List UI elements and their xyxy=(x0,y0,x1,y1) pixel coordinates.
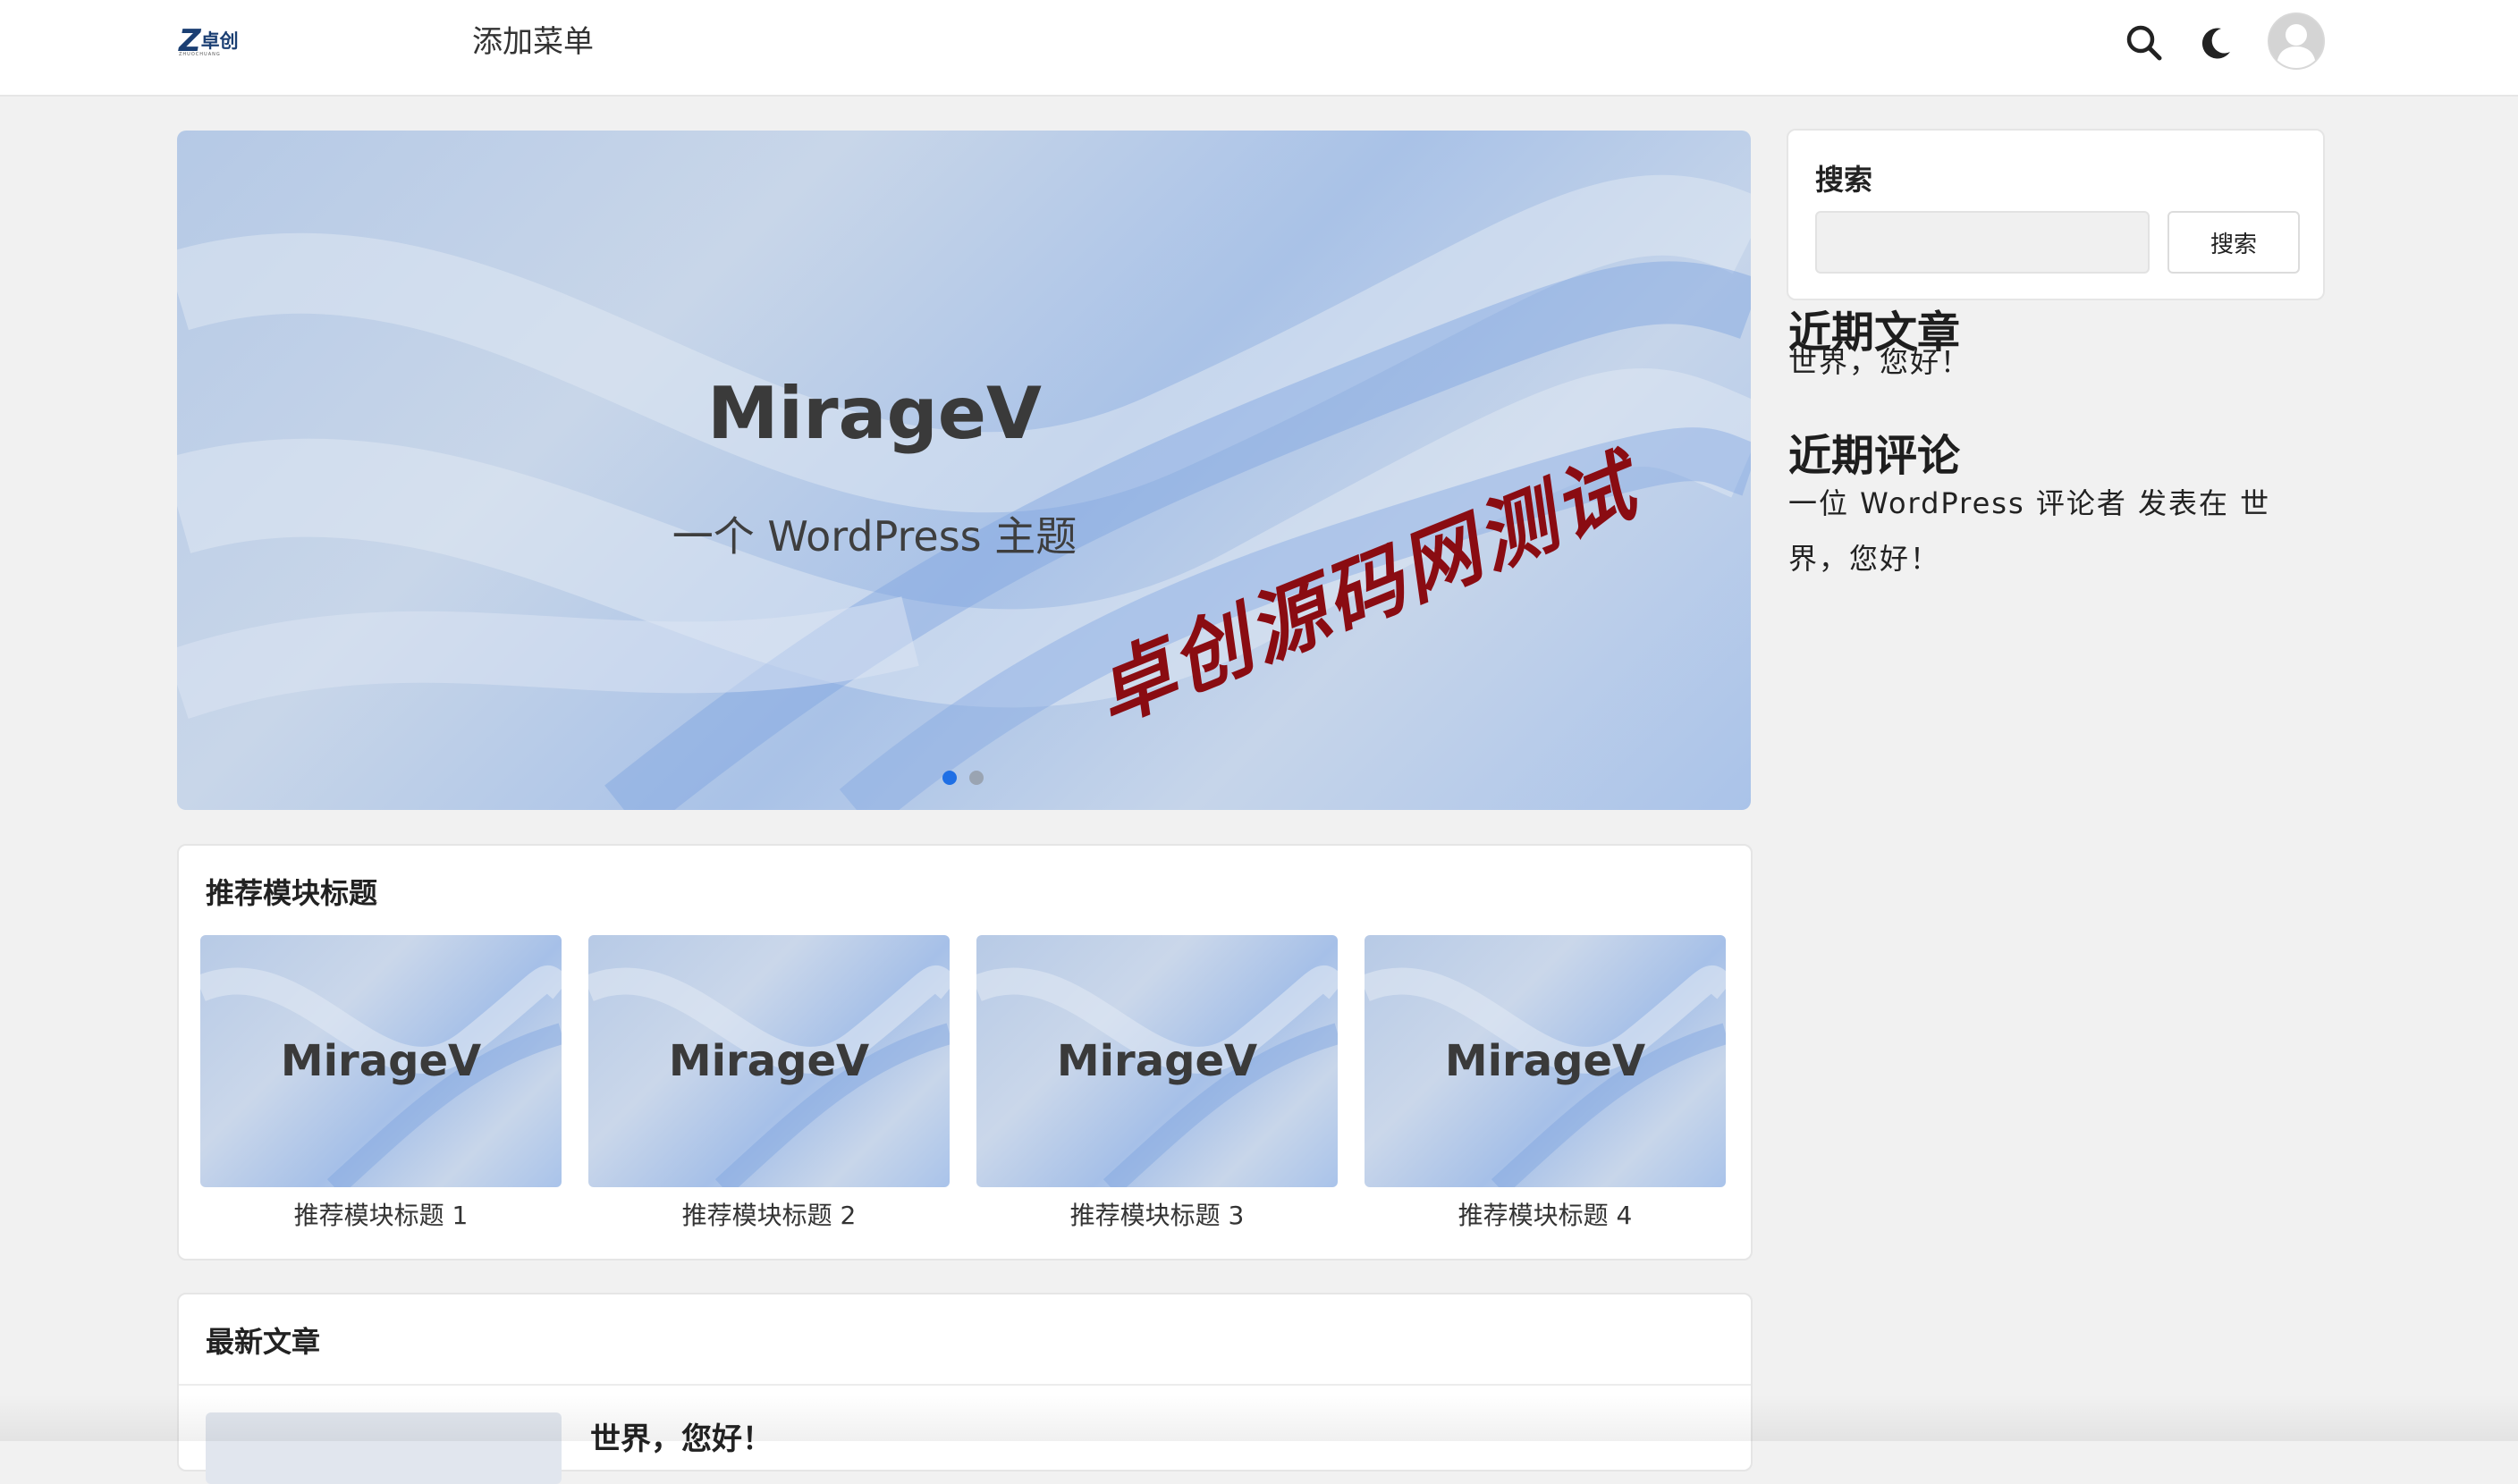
recent-comments-title: 近期评论 xyxy=(1788,431,1961,481)
search-icon[interactable] xyxy=(2119,18,2169,68)
logo-mark: Z xyxy=(179,23,201,59)
recommend-thumbnail: MirageV xyxy=(200,935,562,1187)
carousel-dot-2[interactable] xyxy=(969,771,984,785)
recommend-title: 推荐模块标题 xyxy=(206,876,378,910)
latest-posts-module: 最新文章 世界，您好！ xyxy=(177,1293,1753,1484)
latest-posts-title: 最新文章 xyxy=(206,1325,321,1359)
search-input[interactable] xyxy=(1815,211,2150,274)
site-logo[interactable]: Z 卓创 ZHUOCHUANG xyxy=(179,25,254,57)
recommend-thumbnail-text: MirageV xyxy=(1444,1036,1646,1086)
carousel-dot-1[interactable] xyxy=(942,771,957,785)
carousel-dots xyxy=(942,771,984,785)
search-widget: 搜索 搜索 xyxy=(1787,129,2325,300)
recommend-item[interactable]: MirageV 推荐模块标题 4 xyxy=(1365,935,1726,1232)
recommend-item[interactable]: MirageV 推荐模块标题 3 xyxy=(976,935,1338,1232)
recommend-thumbnail-text: MirageV xyxy=(668,1036,870,1086)
moon-icon[interactable] xyxy=(2191,18,2241,68)
divider xyxy=(179,1384,1751,1386)
logo-text: 卓创 xyxy=(200,30,239,52)
top-navbar: Z 卓创 ZHUOCHUANG 添加菜单 xyxy=(0,0,2518,97)
post-thumbnail[interactable] xyxy=(206,1412,562,1484)
recent-post-link[interactable]: 世界，您好！ xyxy=(1788,341,1971,383)
avatar-icon[interactable] xyxy=(2268,13,2325,70)
recommend-thumbnail: MirageV xyxy=(976,935,1338,1187)
post-title-link[interactable]: 世界，您好！ xyxy=(590,1414,773,1458)
recommend-item[interactable]: MirageV 推荐模块标题 2 xyxy=(588,935,950,1232)
search-widget-title: 搜索 xyxy=(1815,163,1873,197)
recommend-caption[interactable]: 推荐模块标题 1 xyxy=(200,1196,562,1232)
recommend-caption[interactable]: 推荐模块标题 2 xyxy=(588,1196,950,1232)
recommend-module: 推荐模块标题 MirageV 推荐模块标题 1 MirageV 推荐模块标题 2 xyxy=(177,844,1753,1261)
recommend-thumbnail-text: MirageV xyxy=(280,1036,482,1086)
recommend-caption[interactable]: 推荐模块标题 4 xyxy=(1365,1196,1726,1232)
hero-title: MirageV xyxy=(707,372,1042,455)
recommend-thumbnail: MirageV xyxy=(588,935,950,1187)
recommend-item[interactable]: MirageV 推荐模块标题 1 xyxy=(200,935,562,1232)
recommend-thumbnail-text: MirageV xyxy=(1056,1036,1258,1086)
recommend-caption[interactable]: 推荐模块标题 3 xyxy=(976,1196,1338,1232)
recommend-list: MirageV 推荐模块标题 1 MirageV 推荐模块标题 2 Mirage… xyxy=(200,935,1726,1232)
search-button[interactable]: 搜索 xyxy=(2167,211,2300,274)
hero-carousel[interactable]: MirageV 一个 WordPress 主题 卓创源码网测试 xyxy=(177,131,1751,810)
recent-comment-line-1[interactable]: 一位 WordPress 评论者 发表在 世 xyxy=(1788,476,2270,531)
recommend-thumbnail: MirageV xyxy=(1365,935,1726,1187)
logo-subtext: ZHUOCHUANG xyxy=(179,52,221,57)
recent-comment-line-2[interactable]: 界，您好！ xyxy=(1788,531,1940,586)
nav-add-menu-link[interactable]: 添加菜单 xyxy=(472,20,594,64)
